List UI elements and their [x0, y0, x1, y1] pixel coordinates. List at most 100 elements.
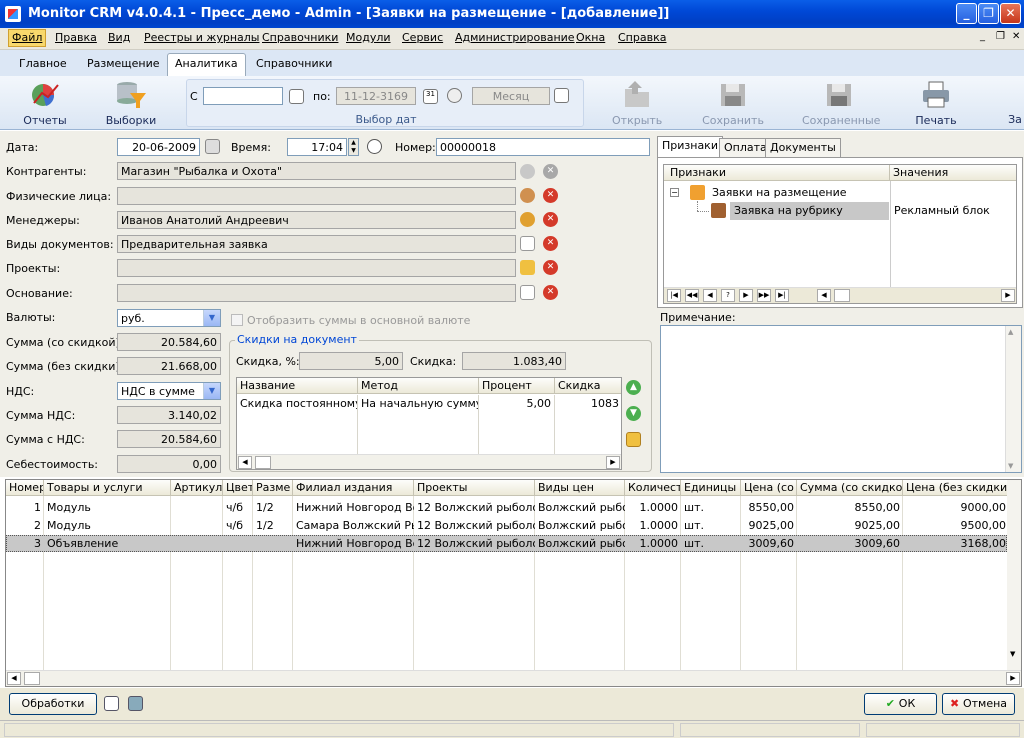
table-cell[interactable]: Волжский рыбол	[535, 535, 625, 553]
clear-persons-icon[interactable]: ✕	[543, 188, 558, 203]
col-header[interactable]: Номер	[6, 480, 44, 496]
table-cell[interactable]: 9000,00	[903, 499, 1009, 517]
col-values[interactable]: Значения	[890, 165, 1016, 181]
restore-button[interactable]: ❐	[978, 3, 999, 24]
col-header[interactable]: Цена (без скидки)	[903, 480, 1009, 496]
basis-field[interactable]	[117, 284, 516, 302]
menu-windows[interactable]: Окна	[576, 31, 605, 44]
note-textarea[interactable]: ▲ ▼	[660, 325, 1022, 473]
table-cell[interactable]: 1.0000	[625, 499, 681, 517]
doctypes-field[interactable]: Предварительная заявка	[117, 235, 516, 253]
contragent-select-icon[interactable]	[520, 164, 535, 179]
managers-field[interactable]: Иванов Анатолий Андреевич	[117, 211, 516, 229]
table-cell[interactable]: ч/б	[223, 517, 253, 535]
table-cell[interactable]: Самара Волжский Рыб	[293, 517, 414, 535]
table-cell[interactable]: Модуль	[44, 517, 171, 535]
col-header[interactable]: Цена (со	[741, 480, 797, 496]
table-cell[interactable]: 8550,00	[741, 499, 797, 517]
scroll-thumb[interactable]	[255, 456, 271, 469]
processing-button[interactable]: Обработки	[9, 693, 97, 715]
table-cell[interactable]: 1/2	[253, 517, 293, 535]
contragents-field[interactable]: Магазин "Рыбалка и Охота"	[117, 162, 516, 180]
scroll-down-icon[interactable]: ▼	[1010, 650, 1015, 658]
col-discount[interactable]: Скидка	[555, 378, 621, 394]
table-cell[interactable]: 1.0000	[625, 535, 681, 553]
save-button[interactable]: Сохранить	[702, 79, 764, 127]
doctype-select-icon[interactable]	[520, 236, 535, 251]
table-cell[interactable]: 1.0000	[625, 517, 681, 535]
scroll-up-icon[interactable]: ▲	[1008, 328, 1013, 336]
scroll-thumb[interactable]	[24, 672, 40, 685]
scroll-right-icon[interactable]: ▶	[1001, 289, 1015, 302]
nav-prev-page-icon[interactable]: ◀◀	[685, 289, 699, 302]
table-cell[interactable]: Объявление	[44, 535, 171, 553]
tab-main[interactable]: Главное	[19, 57, 67, 70]
tab-placement[interactable]: Размещение	[87, 57, 160, 70]
scroll-left-icon[interactable]: ◀	[817, 289, 831, 302]
table-cell[interactable]: На начальную сумму	[358, 395, 479, 455]
persons-field[interactable]	[117, 187, 516, 205]
minimize-button[interactable]: _	[956, 3, 977, 24]
col-header[interactable]: Проекты	[414, 480, 535, 496]
col-header[interactable]: Артикул	[171, 480, 223, 496]
table-cell[interactable]: 5,00	[479, 395, 555, 455]
table-cell[interactable]	[171, 517, 223, 535]
clear-doctypes-icon[interactable]: ✕	[543, 236, 558, 251]
nav-first-icon[interactable]: |◀	[667, 289, 681, 302]
menu-references[interactable]: Справочники	[262, 31, 338, 44]
table-cell[interactable]: 9025,00	[797, 517, 903, 535]
reports-button[interactable]: Отчеты	[22, 79, 68, 127]
tree-child[interactable]: Заявка на рубрику	[734, 204, 843, 217]
mdi-restore-icon[interactable]: ❐	[996, 31, 1005, 42]
scroll-right-icon[interactable]: ▶	[606, 456, 620, 469]
print-button[interactable]: Печать	[914, 79, 958, 127]
open-button[interactable]: Открыть	[612, 79, 662, 127]
table-cell[interactable]: Нижний Новгород Волж	[293, 535, 414, 553]
menu-modules[interactable]: Модули	[346, 31, 391, 44]
clear-contragents-icon[interactable]: ✕	[543, 164, 558, 179]
ok-button[interactable]: ✔ ОК	[864, 693, 937, 715]
clear-projects-icon[interactable]: ✕	[543, 260, 558, 275]
table-cell[interactable]: 1	[6, 499, 44, 517]
table-cell[interactable]	[223, 535, 253, 553]
project-select-icon[interactable]	[520, 260, 535, 275]
table-cell[interactable]: Волжский рыбол	[535, 517, 625, 535]
tab-attributes[interactable]: Признаки	[657, 136, 723, 157]
col-attributes[interactable]: Признаки	[664, 165, 890, 181]
col-name[interactable]: Название	[237, 378, 358, 394]
saved-button[interactable]: Сохраненные	[802, 79, 880, 127]
table-cell[interactable]: 3009,60	[797, 535, 903, 553]
more-button[interactable]: За	[1006, 113, 1024, 126]
table-cell[interactable]: 1083	[555, 395, 621, 455]
menu-help[interactable]: Справка	[618, 31, 666, 44]
tab-documents[interactable]: Документы	[765, 138, 841, 157]
lock-icon[interactable]	[205, 139, 220, 154]
tab-references[interactable]: Справочники	[256, 57, 332, 70]
clock-icon[interactable]	[367, 139, 382, 154]
scroll-left-icon[interactable]: ◀	[238, 456, 252, 469]
mdi-close-icon[interactable]: ✕	[1012, 31, 1020, 42]
time-spinner[interactable]: ▲ ▼	[348, 138, 359, 156]
calendar-31-icon[interactable]: 31	[423, 89, 438, 104]
time-field[interactable]: 17:04	[287, 138, 347, 156]
basis-select-icon[interactable]	[520, 285, 535, 300]
table-cell[interactable]: 12 Волжский рыболов	[414, 517, 535, 535]
table-cell[interactable]	[171, 499, 223, 517]
clock-icon[interactable]	[447, 88, 462, 103]
nav-last-icon[interactable]: ▶|	[775, 289, 789, 302]
table-cell[interactable]: 12 Волжский рыболов	[414, 535, 535, 553]
table-cell[interactable]: 2	[6, 517, 44, 535]
scroll-right-icon[interactable]: ▶	[1006, 672, 1020, 685]
date-field[interactable]: 20-06-2009	[117, 138, 200, 156]
table-cell[interactable]: 3168,00	[903, 535, 1009, 553]
table-cell[interactable]: 9500,00	[903, 517, 1009, 535]
date-from-field[interactable]	[203, 87, 283, 105]
cancel-button[interactable]: ✖ Отмена	[942, 693, 1015, 715]
tab-analytics[interactable]: Аналитика	[167, 53, 246, 76]
move-up-icon[interactable]: ▲	[626, 380, 641, 395]
vertical-scrollbar[interactable]: ▼	[1007, 480, 1021, 670]
table-cell[interactable]: Нижний Новгород Волж	[293, 499, 414, 517]
period-select[interactable]: Месяц	[472, 87, 550, 105]
manager-select-icon[interactable]	[520, 212, 535, 227]
menu-service[interactable]: Сервис	[402, 31, 443, 44]
